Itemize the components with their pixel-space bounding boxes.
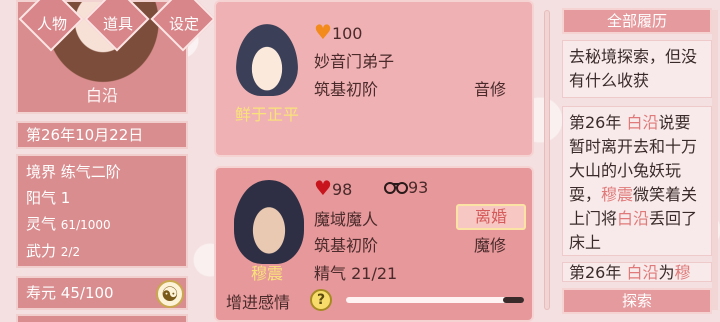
npc-path: 魔修 — [474, 236, 507, 255]
history-text: 为 — [658, 263, 675, 282]
heart-icon: ♥ — [314, 20, 332, 44]
stat-spirit: 灵气 61/1000 — [26, 211, 178, 238]
npc-faction: 妙音门弟子 — [314, 52, 395, 71]
improve-relation-fill — [502, 297, 524, 303]
improve-relation-slider[interactable] — [346, 297, 524, 303]
stat-force-value: 2/2 — [60, 245, 81, 259]
npc-essence-label: 精气 — [314, 264, 347, 283]
npc-stage: 筑基初阶 — [314, 80, 379, 99]
heart-icon: ♥ — [314, 176, 332, 200]
current-date: 第26年10月22日 — [26, 126, 144, 144]
date-panel: 第26年10月22日 — [16, 121, 188, 149]
history-text: 第26年 — [569, 263, 627, 282]
stat-force-label: 武力 — [26, 242, 57, 260]
explore-button[interactable]: 探索 — [562, 288, 712, 314]
npc-avatar — [236, 24, 298, 96]
npc-affection-value: 98 — [331, 180, 353, 199]
history-highlight-name: 穆 — [674, 263, 691, 282]
npc-affection-value: 100 — [331, 24, 363, 43]
npc-essence-value: 21/21 — [351, 264, 398, 283]
npc-bond-value: 93 — [408, 178, 429, 197]
history-highlight-name: 白沿 — [626, 263, 659, 282]
npc-card[interactable]: 鲜于正平 ♥100 妙音门弟子 筑基初阶 音修 — [214, 0, 534, 157]
npc-list-scrollbar[interactable] — [544, 10, 550, 310]
divorce-button[interactable]: 离婚 — [456, 204, 526, 230]
stat-spirit-value: 61/1000 — [60, 218, 111, 232]
npc-essence: 精气 21/21 — [314, 260, 397, 284]
menu-settings-label: 设定 — [168, 15, 199, 33]
npc-card[interactable]: 穆震 ♥98 93 魔域魔人 筑基初阶 魔修 精气 21/21 离婚 增进感情 … — [214, 166, 534, 322]
stat-yang: 阳气 1 — [26, 185, 178, 211]
history-entry: 第26年 白沿为穆 — [562, 262, 712, 282]
player-stats-panel: 境界 练气二阶 阳气 1 灵气 61/1000 武力 2/2 — [16, 154, 188, 268]
npc-faction: 魔域魔人 — [314, 210, 379, 229]
npc-stage: 筑基初阶 — [314, 236, 379, 255]
stat-spirit-label: 灵气 — [26, 215, 57, 233]
history-entry: 第26年 白沿说要暂时离开去和十万大山的小兔妖玩耍，穆震微笑着关上门将白沿丢回了… — [562, 106, 712, 256]
stat-realm-label: 境界 — [26, 163, 57, 181]
handcuffs-icon — [384, 182, 408, 194]
history-entry-text: 去秘境探索，但没有什么收获 — [569, 47, 698, 90]
left-panel-bottom — [16, 314, 188, 322]
stat-life-value: 45/100 — [60, 284, 114, 302]
stat-realm-value: 练气二阶 — [60, 163, 121, 181]
stat-yang-label: 阳气 — [26, 189, 57, 207]
npc-affection: ♥98 — [314, 178, 352, 199]
npc-bond: 93 — [384, 178, 428, 197]
history-text: 第26年 — [569, 113, 627, 132]
npc-affection: ♥100 — [314, 22, 362, 43]
menu-items-button[interactable]: 道具 — [84, 0, 150, 52]
npc-name: 穆震 — [250, 264, 283, 283]
history-scrollbar[interactable] — [712, 10, 718, 310]
life-panel: 寿元 45/100 ☯ — [16, 276, 188, 310]
all-history-button[interactable]: 全部履历 — [562, 8, 712, 34]
npc-path: 音修 — [474, 80, 507, 99]
help-icon[interactable]: ? — [310, 289, 332, 311]
npc-avatar — [234, 180, 304, 264]
stat-yang-value: 1 — [60, 189, 71, 207]
improve-relation-label: 增进感情 — [226, 293, 291, 312]
menu-items-label: 道具 — [102, 15, 133, 33]
stat-life-label: 寿元 — [26, 284, 57, 302]
history-highlight-name: 白沿 — [617, 209, 650, 228]
npc-name: 鲜于正平 — [234, 105, 299, 124]
stat-realm: 境界 练气二阶 — [26, 159, 178, 185]
menu-settings-button[interactable]: 设定 — [150, 0, 216, 52]
history-highlight-name: 白沿 — [626, 113, 659, 132]
menu-character-button[interactable]: 人物 — [18, 0, 84, 52]
player-name: 白沿 — [85, 86, 118, 105]
menu-character-label: 人物 — [36, 15, 67, 33]
history-entry: 去秘境探索，但没有什么收获 — [562, 40, 712, 98]
yinyang-icon[interactable]: ☯ — [156, 280, 184, 308]
history-highlight-name: 穆震 — [601, 185, 634, 204]
stat-force: 武力 2/2 — [26, 238, 178, 265]
